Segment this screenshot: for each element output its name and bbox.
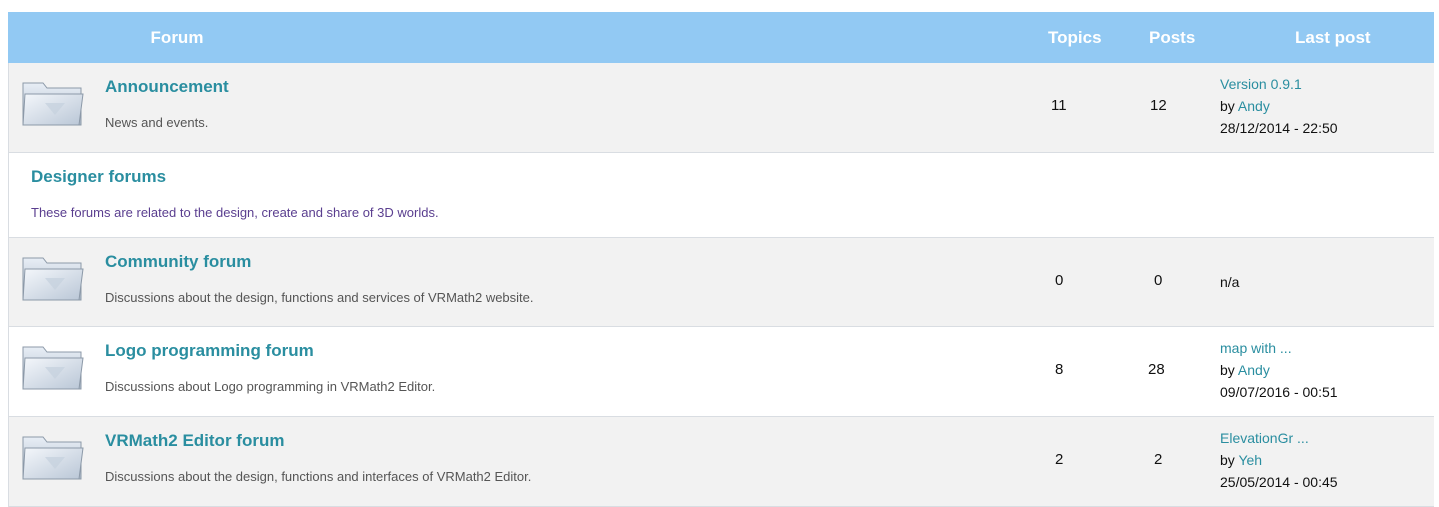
folder-icon — [21, 431, 85, 483]
last-post: Version 0.9.1 by Andy 28/12/2014 - 22:50 — [1220, 73, 1338, 139]
folder-icon — [21, 252, 85, 304]
last-post-date: 09/07/2016 - 00:51 — [1220, 384, 1338, 400]
forum-title[interactable]: Community forum — [105, 252, 251, 272]
last-post-topic-link[interactable]: Version 0.9.1 — [1220, 76, 1302, 92]
topics-count: 11 — [1051, 97, 1067, 114]
forum-title[interactable]: Announcement — [105, 77, 229, 97]
last-post-author-link[interactable]: Andy — [1238, 98, 1270, 114]
last-post-by: by — [1220, 452, 1235, 468]
last-post-by: by — [1220, 362, 1235, 378]
category-row-designer: Designer forums These forums are related… — [8, 153, 1434, 238]
forum-description: Discussions about the design, functions … — [105, 469, 532, 484]
posts-count: 0 — [1154, 272, 1163, 289]
last-post-by: by — [1220, 98, 1235, 114]
topics-count: 0 — [1055, 272, 1064, 289]
header-topics: Topics — [1048, 27, 1102, 47]
category-title[interactable]: Designer forums — [31, 167, 166, 187]
forum-title[interactable]: Logo programming forum — [105, 341, 314, 361]
last-post: ElevationGr ... by Yeh 25/05/2014 - 00:4… — [1220, 427, 1338, 493]
forum-description: Discussions about the design, functions … — [105, 290, 534, 305]
forum-title[interactable]: VRMath2 Editor forum — [105, 431, 284, 451]
forum-row-editor: VRMath2 Editor forum Discussions about t… — [8, 417, 1434, 507]
topics-count: 8 — [1055, 361, 1064, 378]
last-post-date: 25/05/2014 - 00:45 — [1220, 474, 1338, 490]
category-description: These forums are related to the design, … — [31, 205, 439, 220]
header-forum: Forum — [150, 27, 204, 47]
last-post-topic-link[interactable]: map with ... — [1220, 340, 1292, 356]
folder-icon — [21, 77, 85, 129]
last-post: n/a — [1220, 271, 1239, 293]
posts-count: 2 — [1154, 451, 1163, 468]
last-post-none: n/a — [1220, 274, 1240, 290]
header-posts: Posts — [1149, 27, 1196, 47]
forum-table: Forum Topics Posts Last post Announcemen… — [8, 12, 1434, 507]
header-last-post: Last post — [1295, 27, 1371, 47]
posts-count: 28 — [1148, 361, 1165, 378]
forum-row-logo: Logo programming forum Discussions about… — [8, 327, 1434, 417]
last-post-author-link[interactable]: Yeh — [1238, 452, 1262, 468]
last-post-date: 28/12/2014 - 22:50 — [1220, 120, 1338, 136]
forum-description: News and events. — [105, 115, 209, 130]
posts-count: 12 — [1150, 97, 1167, 114]
topics-count: 2 — [1055, 451, 1064, 468]
last-post-topic-link[interactable]: ElevationGr ... — [1220, 430, 1309, 446]
last-post-author-link[interactable]: Andy — [1238, 362, 1270, 378]
forum-description: Discussions about Logo programming in VR… — [105, 379, 436, 394]
last-post: map with ... by Andy 09/07/2016 - 00:51 — [1220, 337, 1338, 403]
forum-row-community: Community forum Discussions about the de… — [8, 238, 1434, 327]
folder-icon — [21, 341, 85, 393]
table-header: Forum Topics Posts Last post — [8, 12, 1434, 63]
forum-row-announcement: Announcement News and events. 11 12 Vers… — [8, 63, 1434, 153]
